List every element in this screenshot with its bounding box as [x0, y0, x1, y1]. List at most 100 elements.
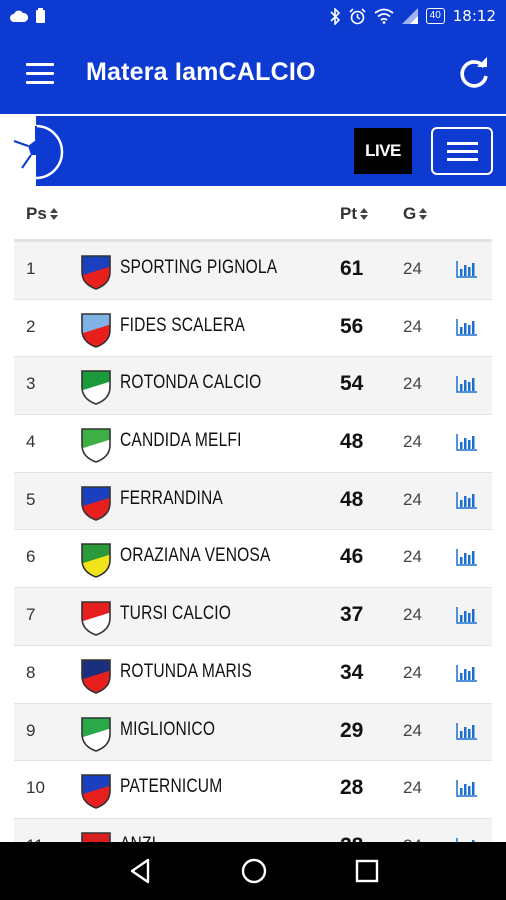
sort-icon: [419, 208, 428, 220]
row-position: 5: [26, 489, 36, 509]
team-points: 48: [340, 430, 364, 454]
bluetooth-icon: [330, 7, 340, 25]
row-position: 2: [26, 316, 36, 336]
team-points: 48: [340, 487, 364, 511]
column-position-label: Ps: [26, 204, 47, 223]
hamburger-icon[interactable]: [26, 63, 54, 85]
team-games: 24: [403, 316, 422, 336]
bar-chart-icon[interactable]: [456, 548, 478, 567]
bar-chart-icon[interactable]: [456, 664, 478, 682]
team-games: 24: [403, 259, 422, 278]
system-nav-bar: [0, 842, 506, 900]
team-crest-icon: [81, 832, 111, 842]
bar-chart-icon[interactable]: [456, 491, 478, 509]
team-games: 24: [403, 778, 422, 798]
team-points: 46: [340, 545, 364, 569]
team-games: 24: [403, 720, 422, 740]
table-row[interactable]: 4 CANDIDA MELFI 48 24: [14, 415, 492, 473]
row-position: 7: [26, 605, 36, 625]
team-points: 29: [340, 718, 364, 742]
team-name[interactable]: FERRANDINA: [120, 488, 223, 510]
column-position-header[interactable]: Ps: [26, 204, 58, 224]
team-crest-icon: [81, 485, 111, 521]
team-points: 28: [340, 776, 364, 800]
team-crest-icon: [81, 312, 111, 348]
team-points: 28: [340, 834, 363, 842]
team-crest-icon: [81, 370, 111, 406]
team-games: 24: [403, 662, 422, 682]
battery-icon: 40: [425, 8, 445, 24]
standings-list: 1 SPORTING PIGNOLA 61 24 2 FIDES SCALERA 56 24 3…: [14, 242, 492, 842]
team-points: 61: [340, 257, 364, 280]
row-position: 8: [26, 662, 36, 682]
sort-icon: [360, 208, 368, 220]
team-games: 24: [403, 547, 422, 567]
team-crest-icon: [81, 543, 111, 579]
bar-chart-icon[interactable]: [456, 779, 478, 797]
team-name[interactable]: ROTONDA CALCIO: [120, 372, 261, 394]
team-name[interactable]: FIDES SCALERA: [120, 315, 245, 337]
column-games-header[interactable]: G: [403, 204, 428, 224]
team-name[interactable]: TURSI CALCIO: [120, 603, 231, 625]
app-title: Matera IamCALCIO: [86, 58, 316, 86]
recents-icon[interactable]: [352, 856, 382, 886]
status-time: 18:12: [452, 7, 496, 25]
team-crest-icon: [81, 716, 111, 752]
team-name[interactable]: ANZI: [120, 834, 156, 842]
team-points: 54: [340, 372, 364, 396]
team-name[interactable]: CANDIDA MELFI: [120, 430, 242, 452]
refresh-icon[interactable]: [456, 56, 492, 92]
table-row[interactable]: 3 ROTONDA CALCIO 54 24: [14, 357, 492, 416]
table-row[interactable]: 7 TURSI CALCIO 37 24: [14, 588, 492, 646]
app-bar: Matera IamCALCIO: [0, 34, 506, 114]
team-points: 34: [340, 660, 364, 684]
bar-chart-icon[interactable]: [456, 722, 478, 740]
signal-icon: [401, 8, 418, 24]
column-points-label: Pt: [340, 204, 357, 223]
battery-small-icon: [36, 8, 45, 23]
table-row[interactable]: 1 SPORTING PIGNOLA 61 24: [14, 242, 492, 300]
team-points: 37: [340, 603, 364, 627]
bar-chart-icon[interactable]: [456, 606, 478, 624]
table-row[interactable]: 2 FIDES SCALERA 56 24: [14, 300, 492, 358]
bar-chart-icon[interactable]: [456, 318, 478, 336]
team-name[interactable]: ROTUNDA MARIS: [120, 661, 252, 683]
live-button[interactable]: LIVE: [354, 128, 412, 174]
team-games: 24: [403, 605, 422, 625]
bar-chart-icon[interactable]: [456, 260, 478, 278]
soccer-ball-icon[interactable]: [8, 124, 64, 180]
team-crest-icon: [81, 659, 111, 694]
team-crest-icon: [81, 255, 111, 290]
alarm-icon: [349, 7, 366, 24]
table-row[interactable]: 6 ORAZIANA VENOSA 46 24: [14, 530, 492, 589]
bar-chart-icon[interactable]: [456, 433, 478, 451]
row-position: 1: [26, 259, 36, 278]
nav-toggle-button[interactable]: [431, 127, 493, 175]
team-points: 56: [340, 314, 364, 338]
status-bar: 40 18:12: [0, 0, 506, 34]
team-name[interactable]: SPORTING PIGNOLA: [120, 257, 277, 279]
team-games: 24: [403, 489, 422, 509]
row-position: 6: [26, 547, 36, 567]
team-crest-icon: [81, 774, 111, 810]
team-name[interactable]: PATERNICUM: [120, 776, 222, 798]
team-name[interactable]: MIGLIONICO: [120, 719, 215, 741]
table-row[interactable]: 9 MIGLIONICO 29 24: [14, 703, 492, 762]
standings-header: Ps Pt G: [14, 190, 492, 242]
table-row[interactable]: 8 ROTUNDA MARIS 34 24: [14, 646, 492, 704]
home-icon[interactable]: [239, 856, 269, 886]
team-crest-icon: [81, 428, 111, 463]
table-row[interactable]: 10 PATERNICUM 28 24: [14, 761, 492, 819]
column-points-header[interactable]: Pt: [340, 204, 368, 224]
team-name[interactable]: ORAZIANA VENOSA: [120, 545, 271, 567]
team-games: 24: [403, 432, 422, 452]
row-position: 10: [26, 778, 45, 798]
table-row[interactable]: 11ANZI2824: [14, 818, 492, 842]
wifi-icon: [374, 8, 394, 24]
column-games-label: G: [403, 204, 417, 223]
cloud-icon: [10, 10, 28, 22]
bar-chart-icon[interactable]: [456, 375, 478, 394]
back-icon[interactable]: [126, 856, 156, 886]
row-position: 4: [26, 432, 36, 452]
table-row[interactable]: 5 FERRANDINA 48 24: [14, 472, 492, 531]
